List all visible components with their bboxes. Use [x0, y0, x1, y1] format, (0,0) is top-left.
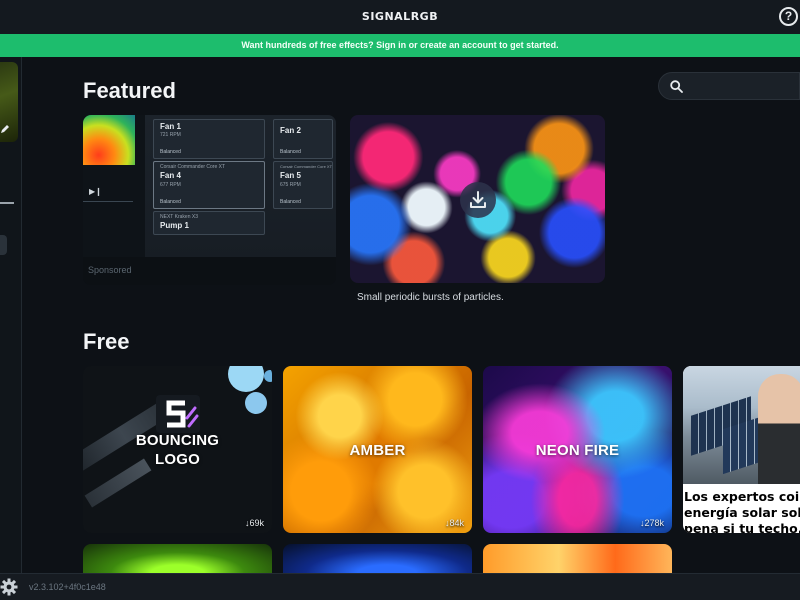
fan-name: Fan 4	[160, 171, 181, 180]
download-count: ↓69k	[244, 518, 264, 528]
download-button[interactable]	[460, 182, 496, 218]
effect-card-title: NEON FIRE	[535, 442, 620, 459]
ad-headline-line: Los expertos coin	[684, 489, 800, 504]
pencil-icon[interactable]	[0, 121, 10, 139]
play-icon[interactable]: ▶❙	[89, 187, 102, 196]
fan-tile: Fan 1 721 RPM Balanced	[153, 119, 265, 159]
fan-rpm: 721 RPM	[160, 132, 181, 138]
footer-bar: v2.3.102+4f0c1e48	[0, 573, 800, 600]
search-input[interactable]	[658, 72, 800, 100]
sidebar-active-indicator	[0, 202, 14, 204]
help-icon[interactable]: ?	[779, 7, 798, 26]
download-count: ↓84k	[444, 518, 464, 528]
decor-dot	[228, 366, 264, 392]
effect-card-bouncing-logo[interactable]: BOUNCING LOGO ↓69k	[83, 366, 272, 533]
fan-tile: Corsair Commander Core XT Fan 4 677 RPM …	[153, 161, 265, 209]
fan-name: Pump 1	[160, 221, 189, 230]
effect-card-amber[interactable]: AMBER ↓84k	[283, 366, 472, 533]
app-brand: SIGNALRGB	[361, 10, 439, 23]
ad-headline-line: pena si tu techo...	[684, 521, 800, 533]
gear-icon[interactable]	[0, 578, 18, 600]
fan-rpm: 677 RPM	[160, 182, 181, 188]
fan-mode: Balanced	[280, 149, 301, 155]
featured-effect-description: Small periodic bursts of particles.	[357, 292, 504, 303]
title-bar: SIGNALRGB ?	[0, 0, 800, 34]
fan-tile: NEXT Kraken X3 Pump 1	[153, 211, 265, 235]
ad-headline: Los expertos coin energía solar solo pen…	[684, 489, 800, 533]
fan-controller: Corsair Commander Core XT	[280, 164, 333, 169]
effect-card-title: LOGO	[155, 451, 200, 468]
fan-tile: Corsair Commander Core XT Fan 5 675 RPM …	[273, 161, 333, 209]
download-count: ↓278k	[639, 518, 664, 528]
featured-heading: Featured	[83, 78, 176, 103]
effect-card-partial[interactable]	[83, 544, 272, 573]
fan-rpm: 675 RPM	[280, 182, 301, 188]
effect-card-title: AMBER	[349, 442, 406, 459]
fan-controller: NEXT Kraken X3	[160, 214, 198, 220]
sponsored-thumbnail	[83, 115, 135, 165]
sidebar-item[interactable]	[0, 235, 7, 255]
effect-card-title: BOUNCING	[135, 432, 220, 449]
advertisement-card[interactable]: Los expertos coin energía solar solo pen…	[683, 366, 800, 533]
fan-name: Fan 1	[160, 122, 181, 131]
sidebar	[0, 57, 22, 573]
effect-card-partial[interactable]	[483, 544, 672, 573]
sponsored-label: Sponsored	[88, 265, 132, 275]
decor-dot	[245, 392, 267, 414]
search-icon	[670, 80, 683, 98]
signin-banner[interactable]: Want hundreds of free effects? Sign in o…	[0, 34, 800, 57]
ad-headline-line: energía solar solo	[684, 505, 800, 520]
version-label: v2.3.102+4f0c1e48	[29, 582, 106, 592]
download-icon	[470, 191, 486, 208]
featured-effect-card[interactable]	[350, 115, 605, 283]
effect-card-neon-fire[interactable]: NEON FIRE ↓278k	[483, 366, 672, 533]
fan-control-panel: Fan 1 721 RPM Balanced Fan 2 Balanced Co…	[145, 115, 336, 260]
effect-card-partial[interactable]	[283, 544, 472, 573]
free-heading: Free	[83, 329, 130, 354]
sponsored-card[interactable]: ▶❙ Fan 1 721 RPM Balanced Fan 2 Balanced…	[83, 115, 336, 285]
fan-controller: Corsair Commander Core XT	[160, 164, 226, 170]
fan-name: Fan 5	[280, 171, 301, 180]
ad-image	[683, 366, 800, 484]
fan-name: Fan 2	[280, 126, 301, 135]
fan-tile: Fan 2 Balanced	[273, 119, 333, 159]
fan-mode: Balanced	[160, 149, 181, 155]
decor-dot	[264, 370, 272, 382]
fan-mode: Balanced	[160, 199, 181, 205]
fan-mode: Balanced	[280, 199, 301, 205]
ad-person	[758, 374, 800, 484]
playback-track	[83, 201, 133, 202]
